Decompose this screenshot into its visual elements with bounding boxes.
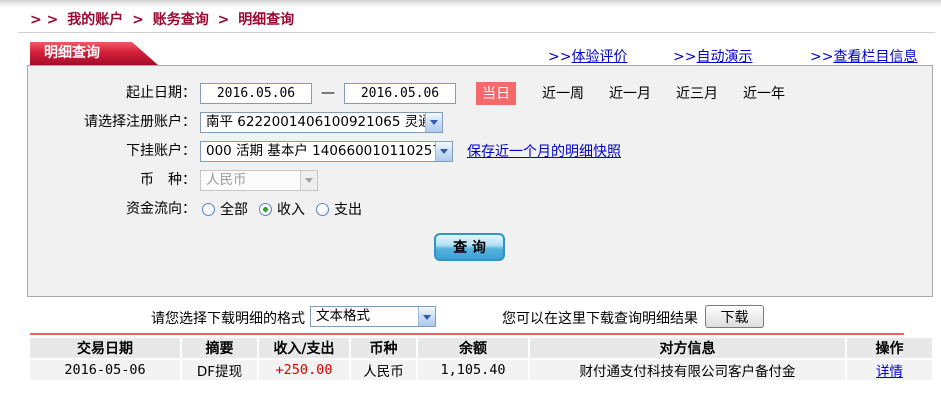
header-divider <box>18 32 935 33</box>
dropdown-arrow-icon[interactable] <box>418 307 435 326</box>
col-header-balance: 余额 <box>418 338 528 358</box>
fund-flow-row: 资金流向： 全部 收入 支出 <box>28 198 932 220</box>
breadcrumb-item-account-query[interactable]: 账务查询 <box>153 12 209 28</box>
quick-range-last-year[interactable]: 近一年 <box>743 83 785 103</box>
dropdown-arrow-icon[interactable] <box>435 142 452 161</box>
page-top-gradient <box>0 0 941 8</box>
date-range-dash: — <box>321 85 335 101</box>
radio-icon[interactable] <box>202 203 215 216</box>
link-auto-demo[interactable]: >>自动演示 <box>673 46 752 66</box>
col-header-amount: 收入/支出 <box>259 338 349 358</box>
date-range-label: 起止日期： <box>28 82 196 104</box>
tab-detail-query[interactable]: 明细查询 <box>30 42 158 65</box>
dropdown-arrow-icon[interactable] <box>425 113 442 132</box>
radio-flow-income[interactable]: 收入 <box>259 199 305 219</box>
breadcrumb: > > 我的账户 > 账务查询 > 明细查询 <box>30 9 298 29</box>
col-header-date: 交易日期 <box>30 338 180 358</box>
cell-date: 2016-05-06 <box>30 360 180 380</box>
detail-link[interactable]: 详情 <box>876 364 903 380</box>
date-from-input[interactable]: 2016.05.06 <box>200 83 312 104</box>
currency-select-disabled: 人民币 <box>200 170 318 191</box>
breadcrumb-separator: > <box>132 12 144 28</box>
transaction-table: 交易日期 摘要 收入/支出 币种 余额 对方信息 操作 2016-05-06 D… <box>28 336 934 382</box>
date-range-row: 起止日期： 2016.05.06 — 2016.05.06 当日 近一周 近一月… <box>28 82 932 104</box>
tab-title: 明细查询 <box>44 45 100 61</box>
register-account-select[interactable]: 南平 6222001406100921065 灵通卡 <box>200 112 443 133</box>
sub-account-row: 下挂账户： 000 活期 基本户 1406600101102571848 保存近… <box>28 140 932 162</box>
table-row: 2016-05-06 DF提现 +250.00 人民币 1,105.40 财付通… <box>30 360 932 380</box>
cell-currency: 人民币 <box>351 360 416 380</box>
breadcrumb-item-my-account[interactable]: 我的账户 <box>67 12 123 28</box>
download-format-select[interactable]: 文本格式（.txt） <box>310 306 436 327</box>
download-format-label: 请您选择下载明细的格式 <box>150 308 305 328</box>
query-form-panel: 起止日期： 2016.05.06 — 2016.05.06 当日 近一周 近一月… <box>27 65 933 297</box>
currency-value: 人民币 <box>206 172 247 188</box>
cell-amount: +250.00 <box>259 360 349 380</box>
download-hint-text: 您可以在这里下载查询明细结果 <box>502 308 698 328</box>
fund-flow-label: 资金流向： <box>28 198 196 220</box>
breadcrumb-item-detail-query[interactable]: 明细查询 <box>238 12 294 28</box>
breadcrumb-separator: > <box>218 12 230 28</box>
link-experience-rating[interactable]: >>体验评价 <box>548 46 627 66</box>
radio-flow-all[interactable]: 全部 <box>202 199 248 219</box>
breadcrumb-prefix: > > <box>30 12 58 28</box>
col-header-summary: 摘要 <box>182 338 257 358</box>
register-account-row: 请选择注册账户： 南平 6222001406100921065 灵通卡 <box>28 111 932 133</box>
cell-summary: DF提现 <box>182 360 257 380</box>
table-top-divider <box>30 333 904 335</box>
save-monthly-snapshot-link[interactable]: 保存近一个月的明细快照 <box>467 141 621 161</box>
radio-icon[interactable] <box>259 203 272 216</box>
col-header-currency: 币种 <box>351 338 416 358</box>
download-button[interactable]: 下载 <box>705 305 764 328</box>
sub-account-value: 000 活期 基本户 1406600101102571848 <box>206 143 453 159</box>
table-header-row: 交易日期 摘要 收入/支出 币种 余额 对方信息 操作 <box>30 338 932 358</box>
quick-range-last-quarter[interactable]: 近三月 <box>676 83 718 103</box>
sub-account-label: 下挂账户： <box>28 140 196 162</box>
radio-flow-expense[interactable]: 支出 <box>316 199 362 219</box>
link-prefix: >> <box>548 49 571 65</box>
currency-label: 币 种： <box>28 169 196 191</box>
date-to-input[interactable]: 2016.05.06 <box>344 83 456 104</box>
col-header-action: 操作 <box>847 338 932 358</box>
download-format-value: 文本格式（.txt） <box>316 308 370 327</box>
sub-account-select[interactable]: 000 活期 基本户 1406600101102571848 <box>200 141 453 162</box>
register-account-value: 南平 6222001406100921065 灵通卡 <box>206 114 443 130</box>
link-view-column-info[interactable]: >>查看栏目信息 <box>810 46 917 66</box>
dropdown-arrow-icon <box>300 171 317 190</box>
register-account-label: 请选择注册账户： <box>28 111 196 133</box>
cell-counterparty: 财付通支付科技有限公司客户备付金 <box>530 360 845 380</box>
currency-row: 币 种： 人民币 <box>28 169 932 191</box>
link-prefix: >> <box>810 49 833 65</box>
radio-icon[interactable] <box>316 203 329 216</box>
link-prefix: >> <box>673 49 696 65</box>
query-button[interactable]: 查 询 <box>434 233 505 261</box>
quick-range-last-month[interactable]: 近一月 <box>609 83 651 103</box>
col-header-counterparty: 对方信息 <box>530 338 845 358</box>
cell-balance: 1,105.40 <box>418 360 528 380</box>
quick-range-today-badge[interactable]: 当日 <box>476 82 516 105</box>
quick-range-last-week[interactable]: 近一周 <box>542 83 584 103</box>
